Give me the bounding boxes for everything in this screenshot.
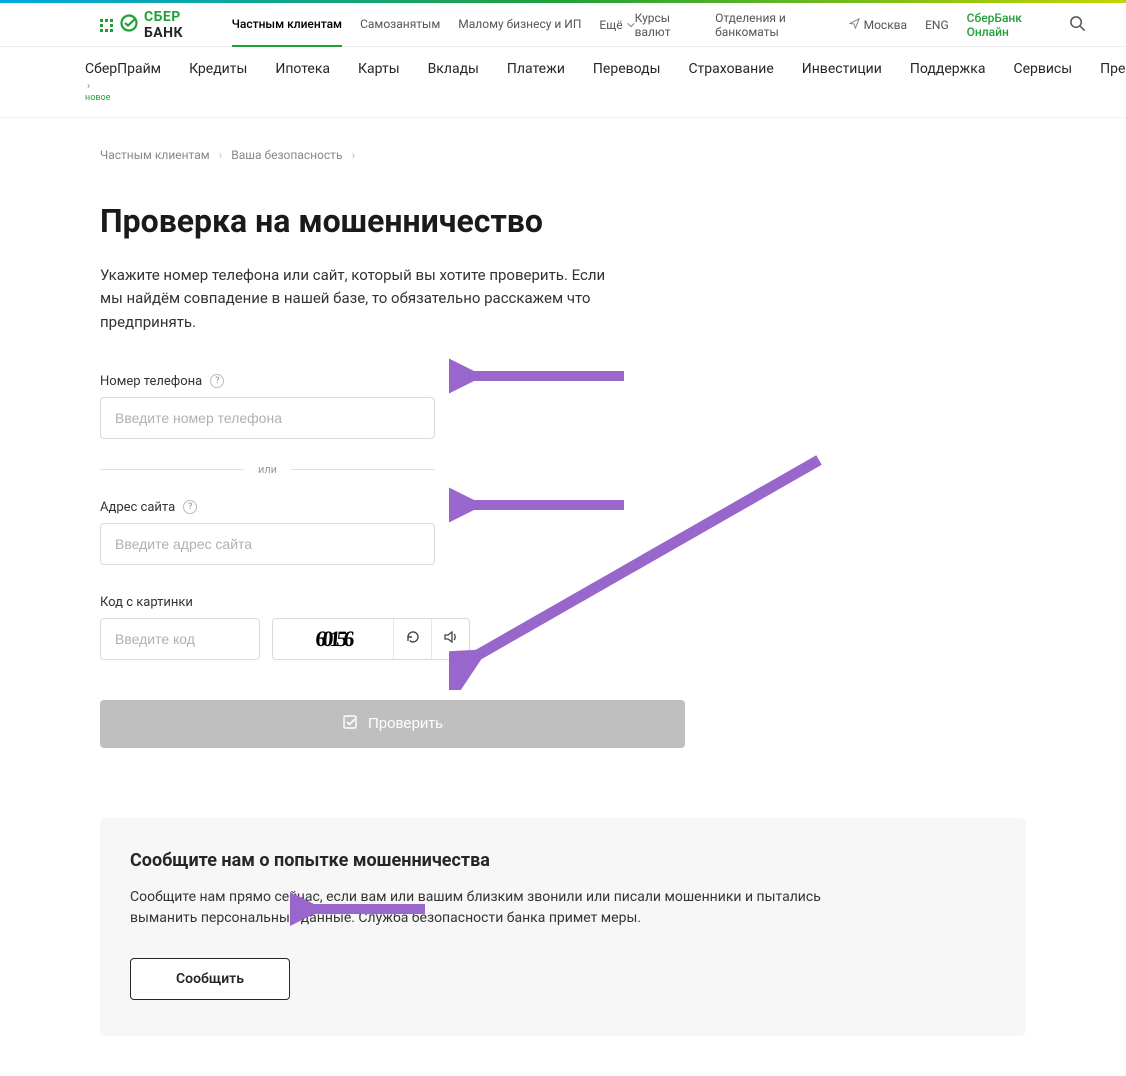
check-icon (342, 713, 360, 735)
logo-text: СБЕР БАНК (144, 9, 212, 41)
phone-field-block: Номер телефона ? (100, 374, 1026, 439)
chevron-right-icon: › (219, 148, 223, 162)
breadcrumb: Частным клиентам › Ваша безопасность › (100, 148, 1026, 162)
utility-nav: Курсы валют Отделения и банкоматы Москва… (635, 11, 1086, 39)
page-content: Частным клиентам › Ваша безопасность › П… (0, 118, 1126, 1076)
captcha-block: Код с картинки 60156 (100, 595, 1026, 660)
location-icon (849, 18, 860, 32)
site-label: Адрес сайта (100, 500, 175, 515)
nav-payments[interactable]: Платежи (507, 61, 565, 77)
report-card: Сообщите нам о попытке мошенничества Соо… (100, 818, 1026, 1036)
segment-tab-private[interactable]: Частным клиентам (232, 3, 342, 47)
report-body: Сообщите нам прямо сейчас, если вам или … (130, 887, 890, 930)
link-branches[interactable]: Отделения и банкоматы (715, 11, 831, 39)
logo-circle-icon (120, 14, 138, 36)
nav-transfers[interactable]: Переводы (593, 61, 661, 77)
segment-tab-more[interactable]: Ещё (599, 3, 634, 47)
captcha-audio-button[interactable] (431, 619, 469, 659)
captcha-image: 60156 (272, 619, 394, 659)
nav-investments[interactable]: Инвестиции (802, 61, 882, 77)
page-lead: Укажите номер телефона или сайт, который… (100, 264, 620, 334)
nav-insurance[interactable]: Страхование (688, 61, 773, 77)
captcha-input[interactable] (100, 618, 260, 660)
or-divider: или (100, 463, 435, 476)
search-icon[interactable] (1069, 15, 1086, 35)
nav-deposits[interactable]: Вклады (428, 61, 479, 77)
captcha-refresh-button[interactable] (393, 619, 431, 659)
report-button[interactable]: Сообщить (130, 958, 290, 1000)
segment-tab-small-biz[interactable]: Малому бизнесу и ИП (458, 3, 581, 47)
main-nav: СберПрайм › новое Кредиты Ипотека Карты … (0, 47, 1126, 118)
city-selector[interactable]: Москва (849, 18, 907, 32)
lang-switch[interactable]: ENG (925, 18, 949, 32)
captcha-label: Код с картинки (100, 595, 193, 610)
nav-premium[interactable]: Премиум (1100, 61, 1126, 77)
chevron-right-icon: › (87, 81, 90, 92)
check-button[interactable]: Проверить (100, 700, 685, 748)
nav-credits[interactable]: Кредиты (189, 61, 247, 77)
help-icon[interactable]: ? (210, 374, 224, 388)
site-field-block: Адрес сайта ? (100, 500, 1026, 565)
segment-nav: Частным клиентам Самозанятым Малому бизн… (232, 3, 635, 47)
nav-cards[interactable]: Карты (358, 61, 400, 77)
nav-services[interactable]: Сервисы (1013, 61, 1072, 77)
refresh-icon (405, 629, 421, 649)
phone-label: Номер телефона (100, 374, 202, 389)
report-title: Сообщите нам о попытке мошенничества (130, 850, 996, 871)
segment-tab-self-employed[interactable]: Самозанятым (360, 3, 440, 47)
breadcrumb-private[interactable]: Частным клиентам (100, 148, 210, 162)
nav-mortgage[interactable]: Ипотека (275, 61, 330, 77)
link-sber-online[interactable]: СберБанк Онлайн (967, 11, 1051, 39)
breadcrumb-security[interactable]: Ваша безопасность (231, 148, 342, 162)
page-title: Проверка на мошенничество (100, 202, 1026, 240)
help-icon[interactable]: ? (183, 500, 197, 514)
captcha-box: 60156 (272, 618, 470, 660)
logo-dots-icon (100, 18, 114, 32)
chevron-right-icon: › (351, 148, 355, 162)
phone-input[interactable] (100, 397, 435, 439)
nav-support[interactable]: Поддержка (910, 61, 986, 77)
chevron-down-icon (627, 18, 635, 32)
logo[interactable]: СБЕР БАНК (100, 9, 212, 41)
link-rates[interactable]: Курсы валют (635, 11, 697, 39)
nav-sberprime[interactable]: СберПрайм › новое (85, 61, 161, 103)
top-header: СБЕР БАНК Частным клиентам Самозанятым М… (0, 3, 1126, 47)
speaker-icon (443, 629, 459, 649)
site-input[interactable] (100, 523, 435, 565)
